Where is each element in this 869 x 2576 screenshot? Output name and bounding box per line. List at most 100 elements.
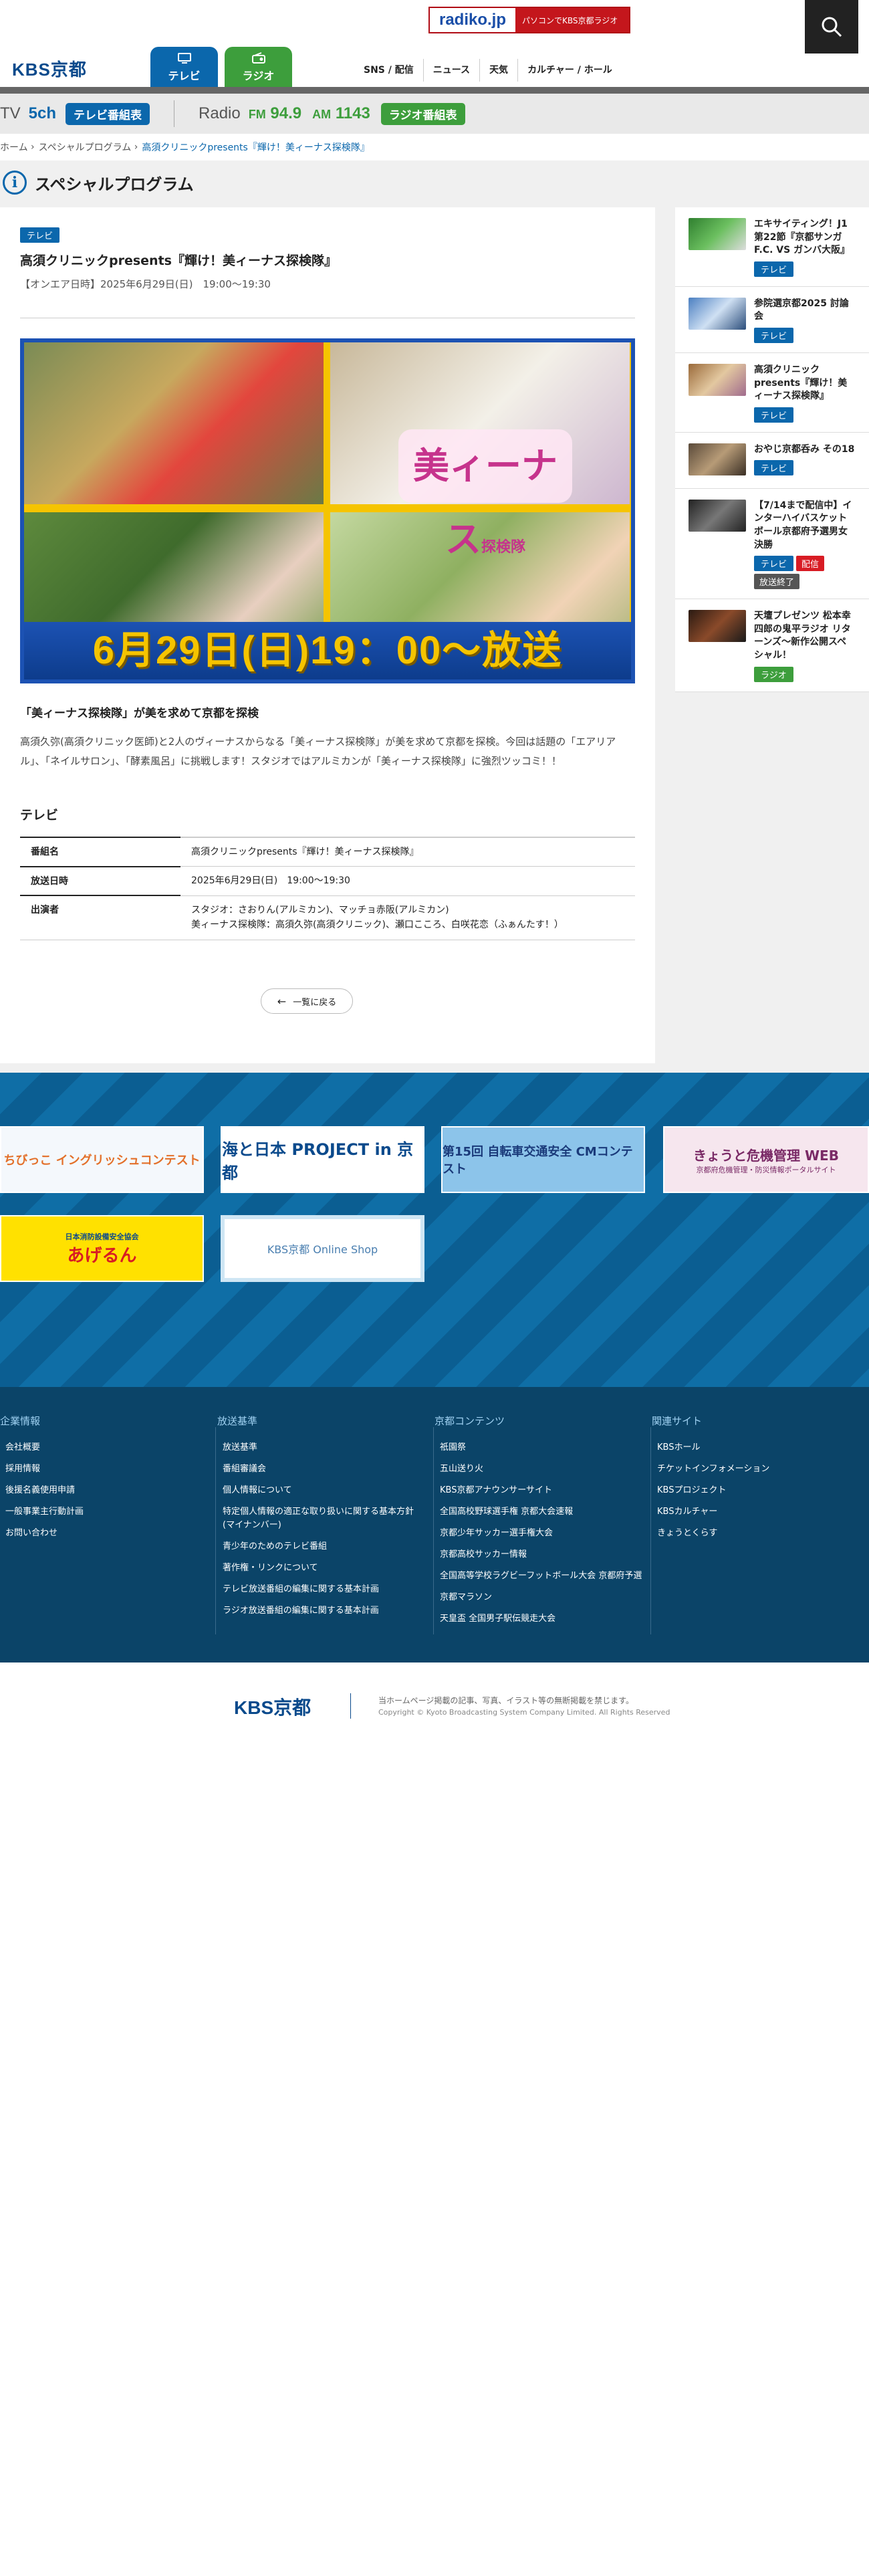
footer-column-standards: 放送基準 放送基準 番組審議会 個人情報について 特定個人情報の適正な取り扱いに…: [217, 1414, 424, 1622]
sidebar-thumbnail: [689, 297, 746, 330]
chevron-right-icon: ›: [131, 142, 138, 152]
sidebar: エキサイティング！J1 第22節『京都サンガF.C. VS ガンバ大阪』 テレビ…: [675, 207, 869, 692]
footer-link[interactable]: 青少年のためのテレビ番組: [217, 1536, 424, 1558]
table-label: 番組名: [20, 837, 180, 867]
footer-column-title: 放送基準: [217, 1415, 258, 1427]
sidebar-item[interactable]: エキサイティング！J1 第22節『京都サンガF.C. VS ガンバ大阪』 テレビ: [675, 207, 869, 287]
nav-sns[interactable]: SNS / 配信: [354, 59, 424, 82]
tv-schedule-button[interactable]: テレビ番組表: [66, 102, 150, 125]
footer-link[interactable]: 採用情報: [0, 1459, 84, 1480]
sidebar-item[interactable]: 高須クリニックpresents『輝け！美ィーナス探検隊』 テレビ: [675, 353, 869, 433]
breadcrumb-current[interactable]: 高須クリニックpresents『輝け！美ィーナス探検隊』: [142, 140, 370, 154]
radio-badge: ラジオ: [754, 666, 793, 682]
banner-online-shop[interactable]: KBS京都 Online Shop: [221, 1215, 424, 1282]
footer-link[interactable]: お問い合わせ: [0, 1523, 84, 1544]
banner-kiki-kanri[interactable]: きょうと危機管理 WEB 京都府危機管理・防災情報ポータルサイト: [663, 1126, 869, 1193]
footer: 企業情報 会社概要 採用情報 後援名義使用申請 一般事業主行動計画 お問い合わせ…: [0, 1387, 869, 1662]
footer-link[interactable]: 京都少年サッカー選手権大会: [434, 1523, 648, 1544]
footer-divider: [215, 1427, 216, 1634]
footer-column-title: 企業情報: [0, 1415, 41, 1427]
radio-schedule-button[interactable]: ラジオ番組表: [380, 102, 465, 125]
content-section: i スペシャルプログラム テレビ 高須クリニックpresents『輝け！美ィーナ…: [0, 160, 869, 1073]
breadcrumb-home[interactable]: ホーム: [0, 140, 28, 154]
banner-umi-to-nippon[interactable]: 海と日本 PROJECT in 京都: [221, 1126, 424, 1193]
footer-link[interactable]: 京都マラソン: [434, 1587, 648, 1608]
footer-link[interactable]: KBSプロジェクト: [652, 1480, 769, 1501]
footer-link[interactable]: 全国高校野球選手権 京都大会速報: [434, 1501, 648, 1523]
footer-link[interactable]: 一般事業主行動計画: [0, 1501, 84, 1523]
sidebar-item[interactable]: 天壇プレゼンツ 松本幸四郎の鬼平ラジオ リターンズ〜新作公開スペシャル！ ラジオ: [675, 599, 869, 692]
tab-tv[interactable]: テレビ: [150, 47, 218, 87]
tv-badge: テレビ: [754, 556, 794, 572]
footer-link[interactable]: 全国高等学校ラグビーフットボール大会 京都府予選: [434, 1566, 648, 1587]
footer-link[interactable]: 五山送り火: [434, 1459, 648, 1480]
footer-link[interactable]: 放送基準: [217, 1437, 424, 1459]
table-label: 出演者: [20, 895, 180, 940]
program-title: 高須クリニックpresents『輝け！美ィーナス探検隊』: [20, 253, 337, 268]
site-logo[interactable]: KBS京都: [12, 56, 87, 81]
table-value: 2025年6月29日(日) 19:00〜19:30: [180, 866, 635, 896]
footer-link[interactable]: チケットインフォメーション: [652, 1459, 769, 1480]
footer-link[interactable]: 後援名義使用申請: [0, 1480, 84, 1501]
site-header: radiko.jp パソコンでKBS京都ラジオ KBS京都 テレビ ラジオ SN…: [0, 0, 869, 87]
footer-column-title: 京都コンテンツ: [434, 1415, 505, 1427]
footer-link[interactable]: KBS京都アナウンサーサイト: [434, 1480, 648, 1501]
footer-link[interactable]: テレビ放送番組の編集に関する基本計画: [217, 1579, 424, 1600]
ended-badge: 放送終了: [754, 574, 800, 590]
radiko-banner[interactable]: radiko.jp パソコンでKBS京都ラジオ: [428, 7, 630, 33]
tv-badge: テレビ: [754, 261, 794, 277]
tv-icon: [150, 52, 218, 67]
search-button[interactable]: [805, 0, 858, 53]
article-card: テレビ 高須クリニックpresents『輝け！美ィーナス探検隊』 【オンエア日時…: [0, 207, 655, 1063]
sidebar-item[interactable]: おやじ京都呑み その18 テレビ: [675, 433, 869, 489]
footer-link[interactable]: 天皇盃 全国男子駅伝競走大会: [434, 1608, 648, 1630]
footer-link[interactable]: KBSホール: [652, 1437, 769, 1459]
banner-agerun[interactable]: 日本消防設備安全協会 あげるん: [0, 1215, 204, 1282]
sidebar-thumbnail: [689, 363, 746, 396]
banner-english-contest[interactable]: ちびっこ イングリッシュコンテスト: [0, 1126, 204, 1193]
sidebar-item-title: 【7/14まで配信中】インターハイバスケットボール京都府予選男女決勝: [754, 500, 852, 550]
tab-radio[interactable]: ラジオ: [225, 47, 292, 87]
footer-column-title: 関連サイト: [652, 1415, 703, 1427]
table-value: スタジオ：さおりん(アルミカン)、マッチョ赤阪(アルミカン) 美ィーナス探検隊：高…: [180, 895, 635, 940]
tv-label: TV: [0, 104, 21, 122]
footer-link[interactable]: 祇園祭: [434, 1437, 648, 1459]
nav-weather[interactable]: 天気: [480, 59, 519, 82]
footer-link[interactable]: KBSカルチャー: [652, 1501, 769, 1523]
back-to-list-button[interactable]: ← 一覧に戻る: [261, 988, 353, 1014]
radio-label: Radio: [199, 104, 241, 122]
sidebar-item[interactable]: 参院選京都2025 討論会 テレビ: [675, 287, 869, 353]
footer-divider: [433, 1427, 434, 1634]
sidebar-item-title: 参院選京都2025 討論会: [754, 298, 849, 322]
table-heading: テレビ: [20, 808, 59, 823]
breadcrumb-special[interactable]: スペシャルプログラム: [39, 140, 132, 154]
nav-culture[interactable]: カルチャー / ホール: [518, 59, 622, 82]
table-label: 放送日時: [20, 865, 180, 896]
footer-link[interactable]: 著作権・リンクについて: [217, 1558, 424, 1579]
tab-tv-label: テレビ: [168, 70, 201, 82]
footer-link[interactable]: 特定個人情報の適正な取り扱いに関する基本方針(マイナンバー): [217, 1501, 424, 1536]
banner-area: ちびっこ イングリッシュコンテスト 海と日本 PROJECT in 京都 第15…: [0, 1073, 869, 1387]
nav-news[interactable]: ニュース: [424, 59, 481, 82]
breadcrumb: ホーム › スペシャルプログラム › 高須クリニックpresents『輝け！美ィ…: [0, 134, 869, 160]
table-row: 番組名 高須クリニックpresents『輝け！美ィーナス探検隊』: [20, 837, 635, 867]
footer-link[interactable]: ラジオ放送番組の編集に関する基本計画: [217, 1600, 424, 1622]
tv-badge: テレビ: [754, 327, 794, 343]
footer-link[interactable]: 個人情報について: [217, 1480, 424, 1501]
sidebar-thumbnail: [689, 499, 746, 532]
onair-date: 【オンエア日時】2025年6月29日(日) 19:00〜19:30: [20, 278, 271, 290]
table-row: 放送日時 2025年6月29日(日) 19:00〜19:30: [20, 865, 635, 896]
footer-link[interactable]: 京都高校サッカー情報: [434, 1544, 648, 1566]
section-title-text: スペシャルプログラム: [35, 175, 194, 194]
footer-link[interactable]: 会社概要: [0, 1437, 84, 1459]
tv-badge: テレビ: [754, 407, 794, 423]
banner-bicycle-safety-contest[interactable]: 第15回 自転車交通安全 CMコンテスト: [441, 1126, 645, 1193]
footer-link[interactable]: 番組審議会: [217, 1459, 424, 1480]
table-row: 出演者 スタジオ：さおりん(アルミカン)、マッチョ赤阪(アルミカン) 美ィーナス探…: [20, 895, 635, 940]
footer-link[interactable]: きょうとくらす: [652, 1523, 769, 1544]
sidebar-item[interactable]: 【7/14まで配信中】インターハイバスケットボール京都府予選男女決勝 テレビ 配信…: [675, 489, 869, 600]
footer-logo[interactable]: KBS京都: [234, 1693, 311, 1720]
info-icon: i: [3, 171, 27, 195]
chevron-right-icon: ›: [27, 142, 35, 152]
fm-frequency: FM 94.9: [248, 104, 302, 122]
